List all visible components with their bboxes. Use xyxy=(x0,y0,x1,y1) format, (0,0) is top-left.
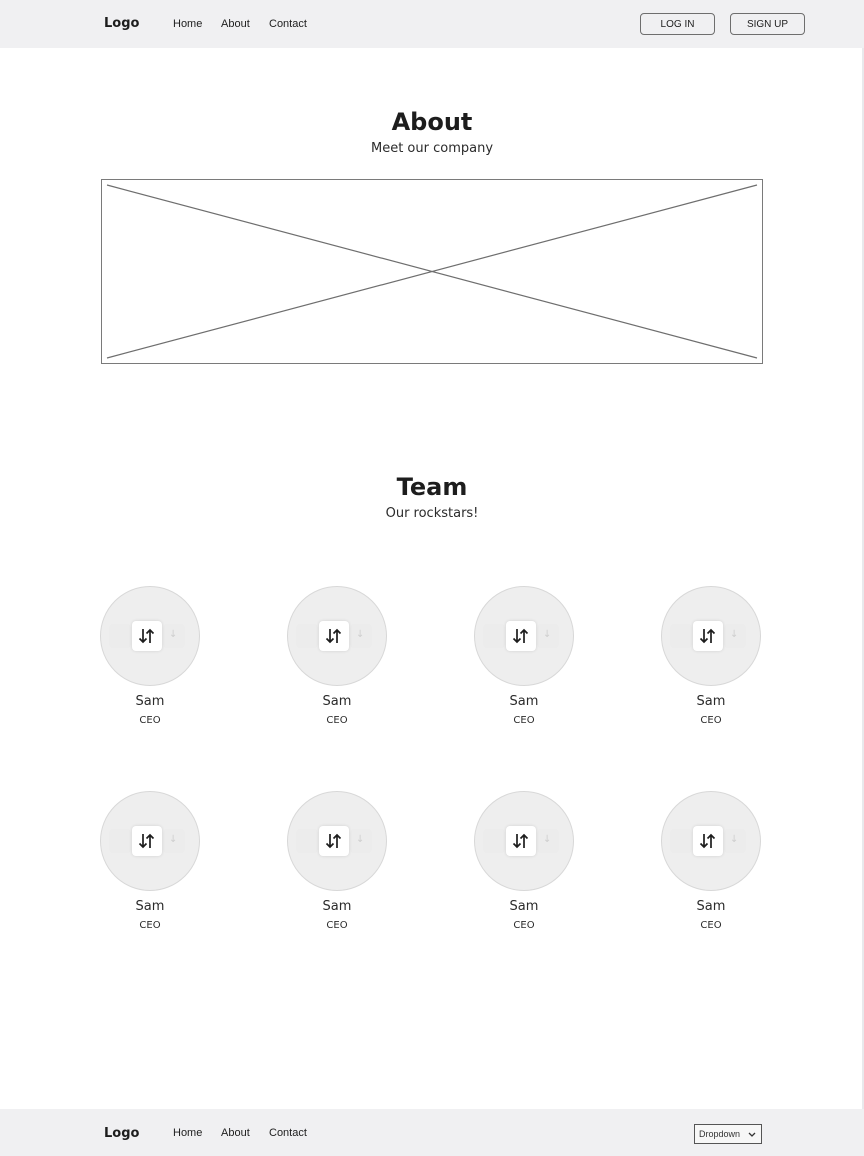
member-name: Sam xyxy=(696,899,726,914)
member-role: CEO xyxy=(700,920,722,931)
footer-link-about[interactable]: About xyxy=(221,1127,250,1139)
member-role: CEO xyxy=(326,920,348,931)
swap-arrows-icon xyxy=(132,621,162,651)
footer-link-home[interactable]: Home xyxy=(173,1127,202,1139)
member-name: Sam xyxy=(322,899,352,914)
logo[interactable]: Logo xyxy=(104,16,139,31)
member-name: Sam xyxy=(135,899,165,914)
team-subtitle: Our rockstars! xyxy=(385,506,479,521)
swap-arrows-icon xyxy=(506,826,536,856)
nav-link-contact[interactable]: Contact xyxy=(269,18,307,30)
swap-arrows-icon xyxy=(319,826,349,856)
swap-arrows-icon xyxy=(506,621,536,651)
swap-arrows-icon xyxy=(132,826,162,856)
footer-dropdown[interactable]: Dropdown xyxy=(694,1124,762,1144)
login-button[interactable]: LOG IN xyxy=(640,13,715,35)
top-navbar: Logo Home About Contact LOG IN SIGN UP xyxy=(0,0,864,48)
member-name: Sam xyxy=(509,694,539,709)
member-role: CEO xyxy=(513,715,535,726)
member-role: CEO xyxy=(700,715,722,726)
avatar[interactable]: ↓ xyxy=(474,791,574,891)
hero-image-placeholder xyxy=(101,179,763,364)
avatar[interactable]: ↓ xyxy=(287,586,387,686)
image-placeholder-icon xyxy=(106,184,758,359)
member-name: Sam xyxy=(696,694,726,709)
member-role: CEO xyxy=(139,920,161,931)
avatar[interactable]: ↓ xyxy=(661,791,761,891)
member-role: CEO xyxy=(326,715,348,726)
about-subtitle: Meet our company xyxy=(370,141,494,156)
avatar[interactable]: ↓ xyxy=(661,586,761,686)
member-role: CEO xyxy=(139,715,161,726)
nav-link-about[interactable]: About xyxy=(221,18,250,30)
footer: Logo Home About Contact Dropdown xyxy=(0,1109,864,1156)
member-role: CEO xyxy=(513,920,535,931)
signup-button[interactable]: SIGN UP xyxy=(730,13,805,35)
avatar[interactable]: ↓ xyxy=(100,586,200,686)
chevron-down-icon xyxy=(748,1132,756,1137)
footer-link-contact[interactable]: Contact xyxy=(269,1127,307,1139)
avatar[interactable]: ↓ xyxy=(100,791,200,891)
team-title: Team xyxy=(396,473,468,501)
avatar[interactable]: ↓ xyxy=(474,586,574,686)
member-name: Sam xyxy=(322,694,352,709)
member-name: Sam xyxy=(135,694,165,709)
nav-link-home[interactable]: Home xyxy=(173,18,202,30)
swap-arrows-icon xyxy=(693,621,723,651)
about-title: About xyxy=(391,108,473,136)
avatar[interactable]: ↓ xyxy=(287,791,387,891)
swap-arrows-icon xyxy=(693,826,723,856)
member-name: Sam xyxy=(509,899,539,914)
dropdown-value: Dropdown xyxy=(699,1129,741,1139)
swap-arrows-icon xyxy=(319,621,349,651)
footer-logo[interactable]: Logo xyxy=(104,1126,139,1141)
